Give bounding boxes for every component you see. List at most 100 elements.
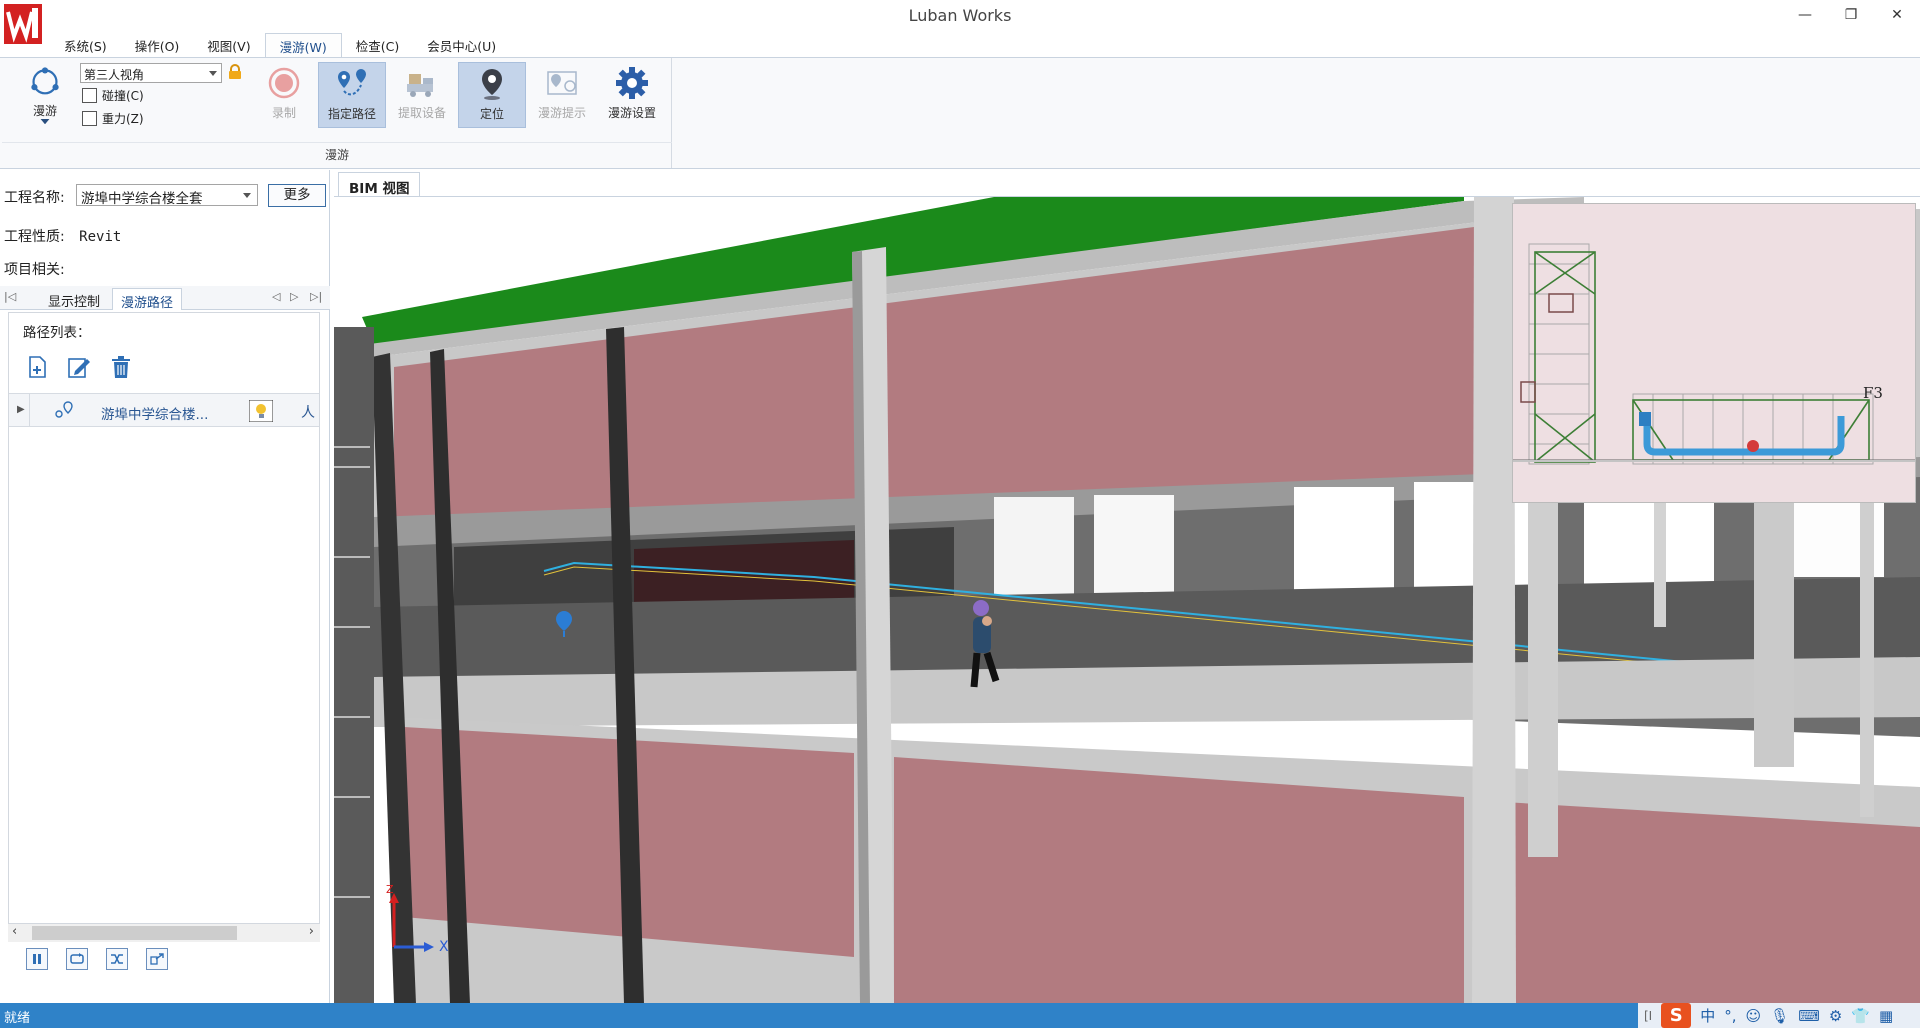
scroll-right-icon[interactable]: › [309, 924, 314, 939]
panel-tabstrip: |◁ 显示控制 漫游路径 ◁ ▷ ▷| [0, 286, 330, 311]
roam-settings-label: 漫游设置 [607, 106, 656, 120]
gravity-option[interactable]: 重力(Z) [82, 110, 144, 127]
pause-button[interactable] [26, 948, 48, 970]
gravity-label: 重力(Z) [102, 112, 144, 126]
path-extra-text: 人 [301, 405, 315, 421]
chevron-down-icon [40, 118, 50, 124]
menu-system[interactable]: 系统(S) [50, 33, 121, 57]
shuffle-button[interactable] [106, 948, 128, 970]
location-pin-icon [482, 69, 502, 100]
chevron-down-icon [243, 193, 251, 198]
shuffle-icon [111, 954, 123, 964]
floor-minimap[interactable]: F3 [1512, 203, 1916, 503]
roam-tips-label: 漫游提示 [537, 106, 586, 120]
menu-view[interactable]: 视图(V) [193, 33, 264, 57]
ime-punctuation[interactable]: °, [1724, 1007, 1736, 1025]
skin-icon[interactable]: 👕 [1851, 1007, 1870, 1025]
gear-icon [616, 67, 648, 99]
lower-wall-right [1504, 802, 1920, 1003]
record-button[interactable]: 录制 [250, 62, 318, 128]
project-name-select[interactable]: 游埠中学综合楼全套 [76, 184, 258, 207]
axis-z-label: Z [386, 883, 394, 896]
gravity-checkbox[interactable] [82, 111, 97, 126]
tab-roam-path[interactable]: 漫游路径 [112, 288, 183, 311]
microphone-icon[interactable]: 🎙 [1770, 1007, 1789, 1025]
view-mode-value: 第三人视角 [84, 68, 145, 82]
project-nature-value: Revit [79, 229, 122, 245]
roam-settings-button[interactable]: 漫游设置 [598, 62, 666, 128]
export-path-button[interactable] [146, 948, 168, 970]
roam-tips-button[interactable]: 漫游提示 [528, 62, 596, 128]
close-button[interactable]: ✕ [1874, 0, 1920, 30]
restore-button[interactable]: ❐ [1828, 0, 1874, 30]
tab-prev-icon[interactable]: ◁ [272, 290, 280, 303]
scrollbar-thumb[interactable] [32, 926, 237, 940]
extract-device-button[interactable]: 提取设备 [388, 62, 456, 128]
floor-label: F3 [1863, 384, 1883, 402]
path-pin-icon [55, 401, 73, 418]
tools-icon[interactable]: ⚙ [1829, 1007, 1842, 1025]
scroll-left-icon[interactable]: ‹ [12, 924, 17, 939]
loop-icon [70, 953, 84, 964]
ribbon-group-label: 漫游 [2, 142, 672, 164]
ime-logo-icon[interactable]: S [1661, 1003, 1692, 1028]
system-tray: [I S 中 °, ☺ 🎙 ⌨ ⚙ 👕 ▦ [1638, 1003, 1920, 1028]
playback-controls [26, 948, 168, 970]
project-panel: 工程名称: 游埠中学综合楼全套 更多 工程性质: Revit 项目相关: |◁ … [0, 170, 330, 1003]
lightbulb-icon[interactable] [249, 400, 273, 422]
lock-icon[interactable] [228, 64, 242, 80]
roam-dropdown-button[interactable]: 漫游 [10, 62, 80, 128]
tab-first-icon[interactable]: |◁ [4, 290, 16, 303]
locate-label: 定位 [479, 107, 504, 121]
add-path-icon[interactable] [25, 355, 49, 379]
keyboard-icon[interactable]: ⌨ [1798, 1007, 1820, 1025]
menu-roam[interactable]: 漫游(W) [264, 33, 342, 57]
chevron-down-icon [209, 71, 217, 76]
grid-menu-icon[interactable]: ▦ [1879, 1007, 1893, 1025]
extract-device-label: 提取设备 [397, 106, 446, 120]
collision-checkbox[interactable] [82, 88, 97, 103]
menu-operation[interactable]: 操作(O) [121, 33, 194, 57]
assign-path-button[interactable]: 指定路径 [318, 62, 386, 128]
window-title: Luban Works [908, 6, 1012, 25]
path-list-panel: 路径列表： ▶ 游埠中学综合楼... 人 [8, 312, 320, 924]
tab-display-control[interactable]: 显示控制 [40, 288, 108, 310]
locate-button[interactable]: 定位 [458, 62, 526, 128]
tab-bim-view[interactable]: BIM 视图 [338, 172, 421, 197]
path-list-label: 路径列表： [23, 325, 91, 341]
menu-check[interactable]: 检查(C) [342, 33, 413, 57]
horizontal-scrollbar[interactable]: ‹ › [8, 924, 320, 942]
floorplan-drawing [1513, 204, 1915, 502]
path-list-item[interactable]: ▶ 游埠中学综合楼... 人 [9, 393, 319, 427]
lower-wall-mid [894, 757, 1464, 1003]
project-nature-label: 工程性质: [4, 229, 65, 245]
delete-path-icon[interactable] [109, 355, 133, 379]
expand-arrow-icon[interactable]: ▶ [17, 404, 25, 415]
assign-path-icon [338, 69, 366, 96]
ribbon-group-roam: 漫游 第三人视角 碰撞(C) 重力(Z) 录制 指定路径 提取设备 定位 漫游提… [2, 58, 672, 168]
view-mode-select[interactable]: 第三人视角 [80, 63, 222, 83]
tab-last-icon[interactable]: ▷| [310, 290, 322, 303]
more-button[interactable]: 更多 [268, 184, 326, 207]
loop-button[interactable] [66, 948, 88, 970]
project-name-value: 游埠中学综合楼全套 [81, 191, 203, 207]
status-bar: 就绪 [I S 中 °, ☺ 🎙 ⌨ ⚙ 👕 ▦ [0, 1003, 1920, 1028]
roam-orbit-icon [31, 67, 59, 95]
edit-path-icon[interactable] [67, 355, 91, 379]
project-name-label: 工程名称: [4, 190, 65, 206]
menu-member-center[interactable]: 会员中心(U) [413, 33, 510, 57]
minimap-avatar-marker [1747, 440, 1759, 452]
project-related-label: 项目相关: [4, 262, 65, 278]
record-label: 录制 [271, 106, 296, 120]
path-name: 游埠中学综合楼... [101, 407, 209, 423]
collision-option[interactable]: 碰撞(C) [82, 87, 144, 104]
tab-next-icon[interactable]: ▷ [290, 290, 298, 303]
minimize-button[interactable]: — [1782, 0, 1828, 30]
tray-prefix: [I [1644, 1008, 1653, 1023]
ime-language[interactable]: 中 [1700, 1005, 1715, 1026]
axis-gizmo [389, 893, 434, 952]
axis-x-label: X [439, 939, 449, 955]
collision-label: 碰撞(C) [102, 89, 144, 103]
project-nature-row: 工程性质: Revit [4, 226, 121, 246]
emoji-icon[interactable]: ☺ [1746, 1007, 1762, 1025]
